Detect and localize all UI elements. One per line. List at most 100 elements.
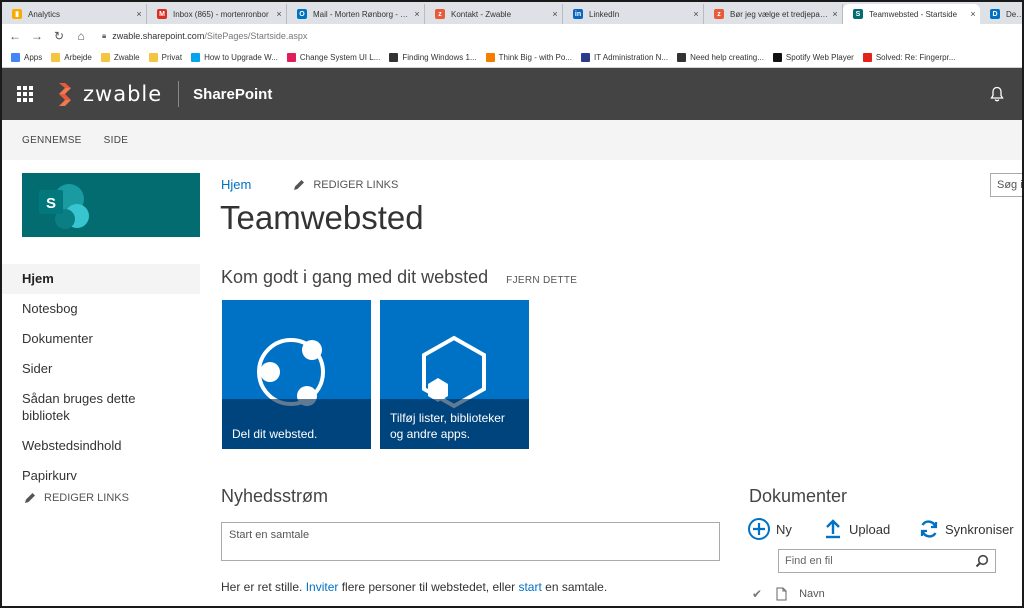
bookmark-item[interactable]: Change System UI L... — [286, 53, 380, 62]
remove-this-link[interactable]: FJERN DETTE — [506, 275, 577, 286]
close-tab-icon[interactable]: × — [828, 9, 842, 19]
nav-item-site-contents[interactable]: Webstedsindhold — [2, 431, 200, 461]
outlook-icon: O — [297, 9, 307, 19]
nav-item-documents[interactable]: Dokumenter — [2, 324, 200, 354]
ribbon-tab-page[interactable]: SIDE — [104, 135, 129, 146]
bookmark-item[interactable]: Spotify Web Player — [772, 53, 854, 62]
bookmark-item[interactable]: Need help creating... — [677, 53, 764, 62]
bookmark-item[interactable]: Privat — [148, 53, 183, 62]
apps-grid-icon — [11, 53, 20, 62]
bell-icon[interactable] — [990, 86, 1004, 102]
close-tab-icon[interactable]: × — [410, 9, 424, 19]
get-started-heading: Kom godt i gang med dit websted — [221, 267, 489, 287]
document-icon — [776, 587, 787, 601]
sync-label: Synkroniser — [945, 521, 1014, 537]
tab-strip: ▮ Analytics × M Inbox (865) - mortenronbor × O… — [2, 2, 1023, 24]
browser-tab[interactable]: D Delve — [980, 4, 1023, 24]
browser-tab[interactable]: ▮ Analytics × — [2, 4, 147, 24]
share-site-tile[interactable]: Del dit websted. — [222, 300, 371, 449]
blogger-icon — [485, 53, 495, 62]
add-apps-tile[interactable]: Tilføj lister, biblioteker og andre apps… — [380, 300, 529, 449]
folder-icon — [100, 53, 110, 62]
app-launcher-icon[interactable] — [17, 86, 33, 102]
tab-title: Teamwebsted - Startside — [869, 9, 958, 19]
name-column-header[interactable]: Navn — [799, 588, 825, 600]
tab-title: Inbox (865) - mortenronbor — [173, 9, 269, 19]
close-tab-icon[interactable]: × — [966, 9, 980, 19]
breadcrumb-home-link[interactable]: Hjem — [221, 177, 251, 192]
url-path: /SitePages/Startside.aspx — [204, 31, 308, 41]
bookmark-item[interactable]: Finding Windows 1... — [389, 53, 477, 62]
brand-name[interactable]: zwable — [83, 82, 162, 106]
close-tab-icon[interactable]: × — [132, 9, 146, 19]
start-conversation-input[interactable]: Start en samtale — [221, 522, 720, 561]
page-title: Teamwebsted — [220, 199, 424, 236]
nav-item-home[interactable]: Hjem — [2, 264, 200, 294]
tab-title: Delve — [1006, 9, 1023, 19]
upload-button[interactable]: Upload — [824, 515, 890, 543]
pencil-icon — [25, 493, 35, 503]
folder-icon — [148, 53, 158, 62]
spotify-icon — [772, 53, 782, 62]
site-logo[interactable]: S — [22, 173, 200, 237]
zwable-logo-icon[interactable] — [55, 81, 75, 107]
analytics-icon: ▮ — [12, 9, 22, 19]
browser-tab[interactable]: S Teamwebsted - Startside × — [843, 4, 980, 24]
sync-button[interactable]: Synkroniser — [919, 515, 1014, 543]
plus-circle-icon — [748, 518, 770, 540]
bookmark-label: Privat — [161, 53, 183, 62]
linkedin-icon: in — [573, 9, 583, 19]
browser-tab[interactable]: O Mail - Morten Rønborg - Ou × — [287, 4, 425, 24]
close-tab-icon[interactable]: × — [689, 9, 703, 19]
get-started-header: Kom godt i gang med dit websted FJERN DE… — [221, 267, 577, 288]
edit-links-label: REDIGER LINKS — [313, 178, 399, 191]
bookmark-item[interactable]: Zwable — [100, 53, 140, 62]
left-edit-links-button[interactable]: REDIGER LINKS — [24, 492, 129, 504]
new-document-button[interactable]: Ny — [747, 515, 792, 543]
nav-item-pages[interactable]: Sider — [2, 354, 200, 384]
bookmark-item[interactable]: Apps — [11, 53, 42, 62]
close-tab-icon[interactable]: × — [548, 9, 562, 19]
search-icon[interactable] — [975, 554, 989, 568]
bookmark-item[interactable]: Arbejde — [51, 53, 92, 62]
home-icon[interactable]: ⌂ — [72, 29, 90, 43]
back-arrow-icon[interactable]: ← — [6, 29, 24, 43]
close-tab-icon[interactable]: × — [272, 9, 286, 19]
nav-item-notebook[interactable]: Notesbog — [2, 294, 200, 324]
bookmark-label: Finding Windows 1... — [402, 53, 477, 62]
ribbon: GENNEMSE SIDE — [2, 120, 1022, 160]
zwable-icon: z — [435, 9, 445, 19]
find-file-input[interactable]: Find en fil — [778, 549, 996, 573]
zwable-icon: z — [714, 9, 724, 19]
browser-tab[interactable]: z Kontakt - Zwable × — [425, 4, 563, 24]
reload-icon[interactable]: ↻ — [50, 29, 68, 43]
bookmark-label: Spotify Web Player — [785, 53, 854, 62]
site-search-input[interactable]: Søg i — [990, 173, 1022, 197]
forward-arrow-icon[interactable]: → — [28, 29, 46, 43]
ribbon-tab-browse[interactable]: GENNEMSE — [22, 135, 82, 146]
select-all-check-icon[interactable]: ✔︎ — [752, 587, 762, 601]
app-name[interactable]: SharePoint — [193, 86, 272, 103]
edit-links-button[interactable]: REDIGER LINKS — [293, 179, 398, 191]
new-label: Ny — [776, 521, 792, 537]
browser-tab[interactable]: z Bør jeg vælge et tredjepartsv × — [704, 4, 843, 24]
nav-item-recycle-bin[interactable]: Papirkurv — [2, 461, 200, 491]
invite-link[interactable]: Inviter — [306, 580, 339, 594]
bookmark-item[interactable]: Think Big - with Po... — [485, 53, 572, 62]
quiet-pre: Her er ret stille. — [221, 580, 306, 594]
url-field[interactable]: 🔒︎ zwable.sharepoint.com/SitePages/Start… — [102, 31, 307, 41]
nav-item-how-to-use-library[interactable]: Sådan bruges dette bibliotek — [2, 384, 200, 431]
bookmark-item[interactable]: Solved: Re: Fingerpr... — [862, 53, 955, 62]
windows-icon — [191, 53, 201, 62]
browser-tab[interactable]: M Inbox (865) - mortenronbor × — [147, 4, 287, 24]
bookmark-item[interactable]: How to Upgrade W... — [191, 53, 278, 62]
bookmark-label: IT Administration N... — [593, 53, 669, 62]
bookmarks-bar: Apps Arbejde Zwable Privat How to Upgrade W.… — [2, 48, 1022, 68]
tn-icon — [677, 53, 687, 62]
start-link[interactable]: start — [518, 580, 541, 594]
bookmark-item[interactable]: IT Administration N... — [580, 53, 669, 62]
tab-title: Kontakt - Zwable — [451, 9, 512, 19]
browser-tab[interactable]: in LinkedIn × — [563, 4, 704, 24]
address-bar: ← → ↻ ⌂ 🔒︎ zwable.sharepoint.com/SitePag… — [2, 24, 1022, 48]
url-host: zwable.sharepoint.com — [112, 31, 205, 41]
